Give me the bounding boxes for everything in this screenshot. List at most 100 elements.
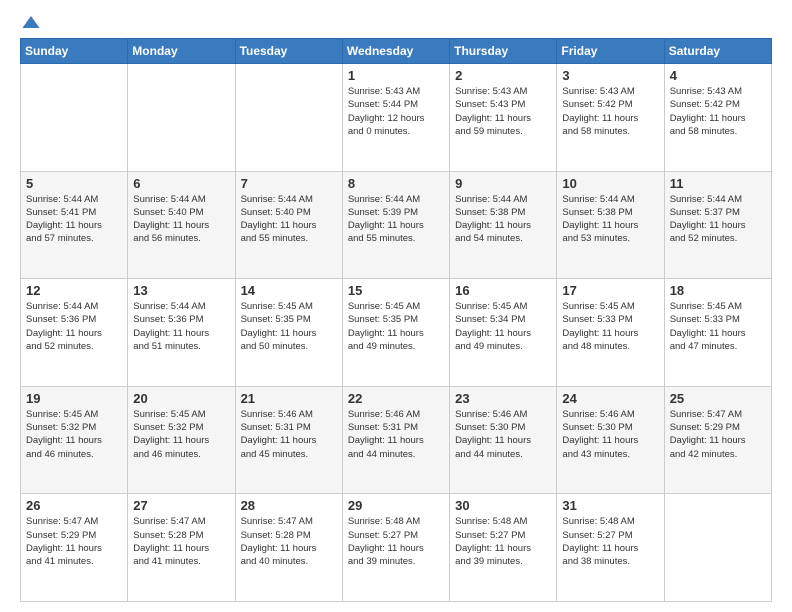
calendar-cell: 27 Sunrise: 5:47 AMSunset: 5:28 PMDayligh… [128, 494, 235, 602]
calendar-cell: 5 Sunrise: 5:44 AMSunset: 5:41 PMDaylight… [21, 171, 128, 279]
day-info: Sunrise: 5:47 AMSunset: 5:28 PMDaylight:… [133, 515, 229, 568]
calendar-cell: 23 Sunrise: 5:46 AMSunset: 5:30 PMDayligh… [450, 386, 557, 494]
calendar-week-4: 19Sunrise: 5:45 AMSunset: 5:32 PMDayligh… [21, 386, 772, 494]
calendar-week-5: 26 Sunrise: 5:47 AMSunset: 5:29 PMDayligh… [21, 494, 772, 602]
day-number: 25 [670, 391, 766, 406]
calendar-week-1: 1Sunrise: 5:43 AMSunset: 5:44 PMDaylight… [21, 64, 772, 172]
day-number: 3 [562, 68, 658, 83]
day-info: Sunrise: 5:45 AMSunset: 5:34 PMDaylight:… [455, 300, 551, 353]
day-number: 24 [562, 391, 658, 406]
header [20, 16, 772, 28]
day-number: 15 [348, 283, 444, 298]
day-number: 9 [455, 176, 551, 191]
calendar-cell: 4 Sunrise: 5:43 AMSunset: 5:42 PMDaylight… [664, 64, 771, 172]
day-number: 27 [133, 498, 229, 513]
day-header-tuesday: Tuesday [235, 39, 342, 64]
calendar-cell: 21Sunrise: 5:46 AMSunset: 5:31 PMDayligh… [235, 386, 342, 494]
calendar-cell: 30 Sunrise: 5:48 AMSunset: 5:27 PMDayligh… [450, 494, 557, 602]
day-info: Sunrise: 5:43 AMSunset: 5:42 PMDaylight:… [562, 85, 658, 138]
day-info: Sunrise: 5:45 AMSunset: 5:35 PMDaylight:… [241, 300, 337, 353]
calendar-cell [664, 494, 771, 602]
calendar-cell: 12 Sunrise: 5:44 AMSunset: 5:36 PMDayligh… [21, 279, 128, 387]
calendar-cell: 17 Sunrise: 5:45 AMSunset: 5:33 PMDayligh… [557, 279, 664, 387]
calendar-cell: 31 Sunrise: 5:48 AMSunset: 5:27 PMDayligh… [557, 494, 664, 602]
calendar-cell: 24 Sunrise: 5:46 AMSunset: 5:30 PMDayligh… [557, 386, 664, 494]
day-number: 31 [562, 498, 658, 513]
day-number: 20 [133, 391, 229, 406]
day-number: 30 [455, 498, 551, 513]
calendar-cell: 10Sunrise: 5:44 AMSunset: 5:38 PMDayligh… [557, 171, 664, 279]
calendar-cell: 16 Sunrise: 5:45 AMSunset: 5:34 PMDayligh… [450, 279, 557, 387]
day-info: Sunrise: 5:46 AMSunset: 5:30 PMDaylight:… [562, 408, 658, 461]
day-number: 29 [348, 498, 444, 513]
day-number: 4 [670, 68, 766, 83]
day-header-monday: Monday [128, 39, 235, 64]
day-number: 6 [133, 176, 229, 191]
day-info: Sunrise: 5:47 AMSunset: 5:29 PMDaylight:… [26, 515, 122, 568]
calendar-cell: 8 Sunrise: 5:44 AMSunset: 5:39 PMDaylight… [342, 171, 449, 279]
day-number: 1 [348, 68, 444, 83]
day-number: 18 [670, 283, 766, 298]
calendar-cell: 29 Sunrise: 5:48 AMSunset: 5:27 PMDayligh… [342, 494, 449, 602]
day-number: 7 [241, 176, 337, 191]
day-info: Sunrise: 5:43 AMSunset: 5:42 PMDaylight:… [670, 85, 766, 138]
calendar-week-3: 12 Sunrise: 5:44 AMSunset: 5:36 PMDayligh… [21, 279, 772, 387]
day-number: 26 [26, 498, 122, 513]
day-info: Sunrise: 5:46 AMSunset: 5:30 PMDaylight:… [455, 408, 551, 461]
day-info: Sunrise: 5:47 AMSunset: 5:29 PMDaylight:… [670, 408, 766, 461]
day-number: 17 [562, 283, 658, 298]
day-number: 5 [26, 176, 122, 191]
day-info: Sunrise: 5:48 AMSunset: 5:27 PMDaylight:… [562, 515, 658, 568]
calendar-header-row: SundayMondayTuesdayWednesdayThursdayFrid… [21, 39, 772, 64]
day-number: 16 [455, 283, 551, 298]
day-header-friday: Friday [557, 39, 664, 64]
calendar-cell [21, 64, 128, 172]
day-info: Sunrise: 5:44 AMSunset: 5:40 PMDaylight:… [133, 193, 229, 246]
day-number: 14 [241, 283, 337, 298]
day-info: Sunrise: 5:48 AMSunset: 5:27 PMDaylight:… [348, 515, 444, 568]
day-header-sunday: Sunday [21, 39, 128, 64]
calendar: SundayMondayTuesdayWednesdayThursdayFrid… [20, 38, 772, 602]
day-info: Sunrise: 5:44 AMSunset: 5:38 PMDaylight:… [562, 193, 658, 246]
day-info: Sunrise: 5:48 AMSunset: 5:27 PMDaylight:… [455, 515, 551, 568]
day-info: Sunrise: 5:45 AMSunset: 5:33 PMDaylight:… [670, 300, 766, 353]
calendar-cell: 13Sunrise: 5:44 AMSunset: 5:36 PMDayligh… [128, 279, 235, 387]
calendar-cell: 19Sunrise: 5:45 AMSunset: 5:32 PMDayligh… [21, 386, 128, 494]
day-info: Sunrise: 5:44 AMSunset: 5:37 PMDaylight:… [670, 193, 766, 246]
day-info: Sunrise: 5:46 AMSunset: 5:31 PMDaylight:… [241, 408, 337, 461]
calendar-cell: 2 Sunrise: 5:43 AMSunset: 5:43 PMDaylight… [450, 64, 557, 172]
calendar-cell: 20 Sunrise: 5:45 AMSunset: 5:32 PMDayligh… [128, 386, 235, 494]
day-number: 8 [348, 176, 444, 191]
day-info: Sunrise: 5:44 AMSunset: 5:36 PMDaylight:… [26, 300, 122, 353]
day-number: 11 [670, 176, 766, 191]
day-info: Sunrise: 5:45 AMSunset: 5:32 PMDaylight:… [133, 408, 229, 461]
day-number: 12 [26, 283, 122, 298]
day-header-saturday: Saturday [664, 39, 771, 64]
day-info: Sunrise: 5:44 AMSunset: 5:40 PMDaylight:… [241, 193, 337, 246]
calendar-cell [128, 64, 235, 172]
calendar-cell: 26 Sunrise: 5:47 AMSunset: 5:29 PMDayligh… [21, 494, 128, 602]
calendar-cell: 22Sunrise: 5:46 AMSunset: 5:31 PMDayligh… [342, 386, 449, 494]
calendar-week-2: 5 Sunrise: 5:44 AMSunset: 5:41 PMDaylight… [21, 171, 772, 279]
day-info: Sunrise: 5:45 AMSunset: 5:32 PMDaylight:… [26, 408, 122, 461]
day-info: Sunrise: 5:45 AMSunset: 5:33 PMDaylight:… [562, 300, 658, 353]
day-number: 22 [348, 391, 444, 406]
day-info: Sunrise: 5:43 AMSunset: 5:43 PMDaylight:… [455, 85, 551, 138]
day-number: 13 [133, 283, 229, 298]
day-header-thursday: Thursday [450, 39, 557, 64]
calendar-cell: 7 Sunrise: 5:44 AMSunset: 5:40 PMDaylight… [235, 171, 342, 279]
day-number: 23 [455, 391, 551, 406]
page: SundayMondayTuesdayWednesdayThursdayFrid… [0, 0, 792, 612]
calendar-cell: 15 Sunrise: 5:45 AMSunset: 5:35 PMDayligh… [342, 279, 449, 387]
day-number: 2 [455, 68, 551, 83]
day-info: Sunrise: 5:44 AMSunset: 5:41 PMDaylight:… [26, 193, 122, 246]
calendar-cell: 3 Sunrise: 5:43 AMSunset: 5:42 PMDaylight… [557, 64, 664, 172]
day-info: Sunrise: 5:44 AMSunset: 5:39 PMDaylight:… [348, 193, 444, 246]
calendar-cell [235, 64, 342, 172]
logo [20, 16, 40, 28]
calendar-cell: 18 Sunrise: 5:45 AMSunset: 5:33 PMDayligh… [664, 279, 771, 387]
day-info: Sunrise: 5:47 AMSunset: 5:28 PMDaylight:… [241, 515, 337, 568]
day-info: Sunrise: 5:44 AMSunset: 5:38 PMDaylight:… [455, 193, 551, 246]
day-info: Sunrise: 5:45 AMSunset: 5:35 PMDaylight:… [348, 300, 444, 353]
day-number: 28 [241, 498, 337, 513]
